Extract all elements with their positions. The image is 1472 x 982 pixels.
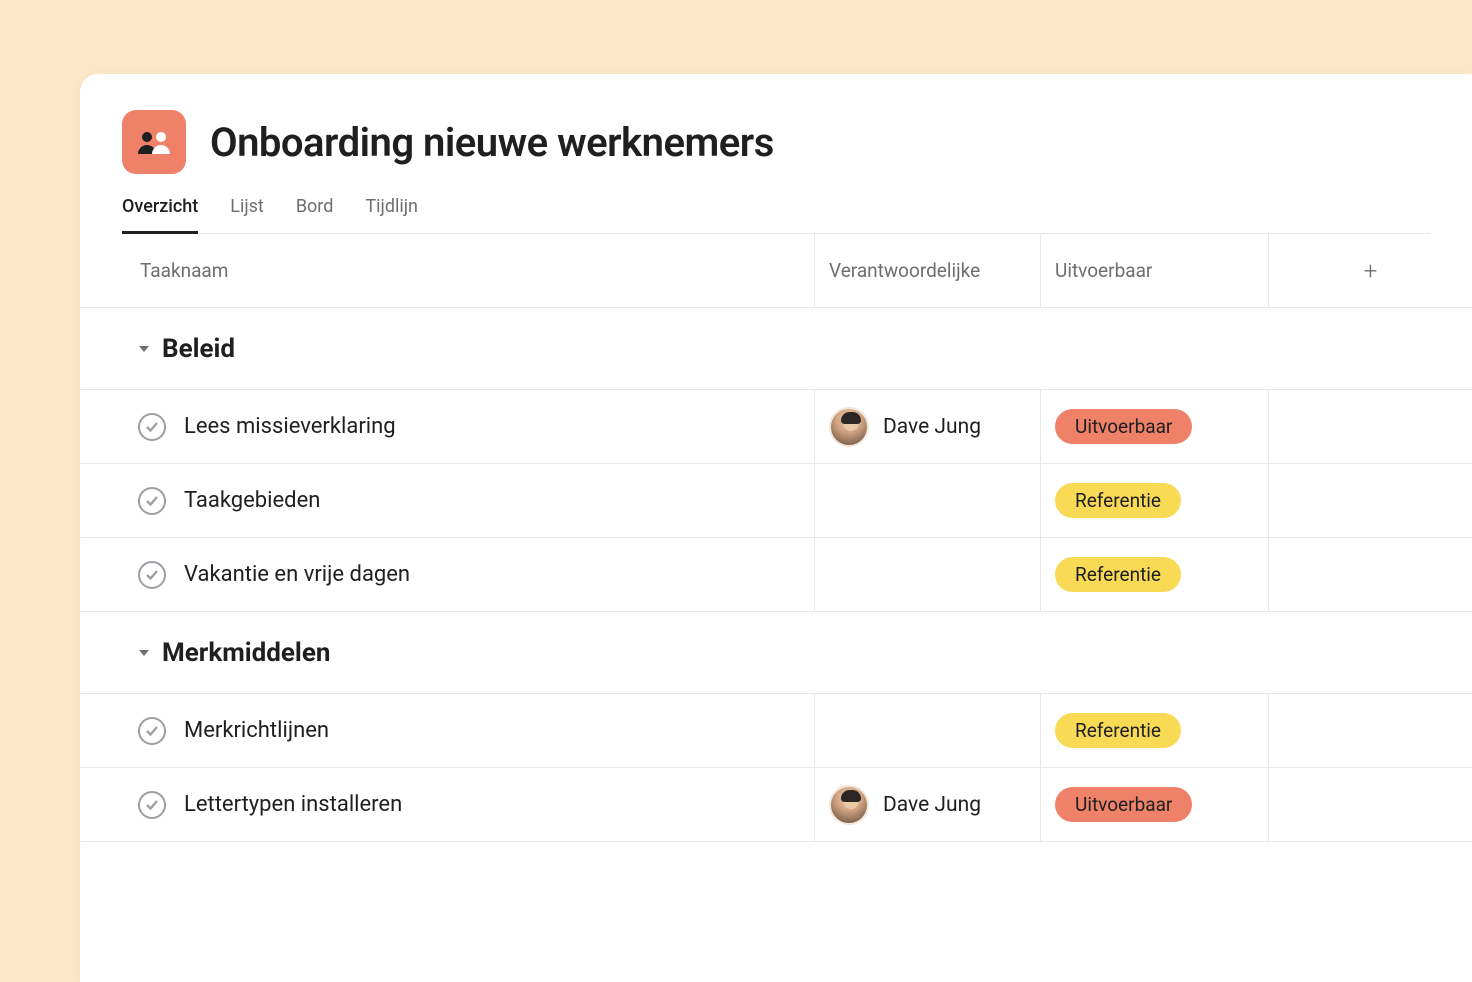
status-cell[interactable]: Referentie bbox=[1040, 464, 1268, 537]
section-header[interactable]: Beleid bbox=[80, 308, 1472, 390]
add-column-button[interactable]: + bbox=[1364, 257, 1378, 285]
assignee-cell[interactable] bbox=[814, 464, 1040, 537]
chevron-down-icon[interactable] bbox=[138, 647, 150, 659]
status-badge: Referentie bbox=[1055, 713, 1181, 748]
status-cell[interactable]: Uitvoerbaar bbox=[1040, 768, 1268, 841]
avatar bbox=[829, 785, 869, 825]
status-cell[interactable]: Referentie bbox=[1040, 538, 1268, 611]
task-name: Merkrichtlijnen bbox=[184, 718, 329, 743]
status-cell[interactable]: Referentie bbox=[1040, 694, 1268, 767]
extra-cell[interactable] bbox=[1268, 768, 1472, 841]
task-row[interactable]: Merkrichtlijnen Referentie bbox=[80, 694, 1472, 768]
section-header[interactable]: Merkmiddelen bbox=[80, 612, 1472, 694]
complete-check-icon[interactable] bbox=[138, 413, 166, 441]
task-row[interactable]: Vakantie en vrije dagen Referentie bbox=[80, 538, 1472, 612]
project-icon bbox=[122, 110, 186, 174]
extra-cell[interactable] bbox=[1268, 538, 1472, 611]
extra-cell[interactable] bbox=[1268, 694, 1472, 767]
task-row[interactable]: Taakgebieden Referentie bbox=[80, 464, 1472, 538]
tab-board[interactable]: Bord bbox=[296, 196, 334, 234]
column-header-status[interactable]: Uitvoerbaar bbox=[1055, 259, 1152, 282]
task-name: Lettertypen installeren bbox=[184, 792, 402, 817]
chevron-down-icon[interactable] bbox=[138, 343, 150, 355]
task-name: Lees missieverklaring bbox=[184, 414, 396, 439]
column-header-assignee[interactable]: Verantwoordelijke bbox=[829, 259, 980, 282]
status-cell[interactable]: Uitvoerbaar bbox=[1040, 390, 1268, 463]
complete-check-icon[interactable] bbox=[138, 717, 166, 745]
complete-check-icon[interactable] bbox=[138, 487, 166, 515]
people-icon bbox=[136, 128, 172, 156]
assignee-cell[interactable] bbox=[814, 538, 1040, 611]
task-name: Taakgebieden bbox=[184, 488, 320, 513]
complete-check-icon[interactable] bbox=[138, 791, 166, 819]
tab-list[interactable]: Lijst bbox=[230, 196, 264, 234]
column-header-name[interactable]: Taaknaam bbox=[140, 259, 228, 282]
status-badge: Referentie bbox=[1055, 557, 1181, 592]
project-card: Onboarding nieuwe werknemers Overzicht L… bbox=[80, 74, 1472, 982]
status-badge: Uitvoerbaar bbox=[1055, 409, 1192, 444]
task-grid: Taaknaam Verantwoordelijke Uitvoerbaar +… bbox=[80, 234, 1472, 842]
status-badge: Referentie bbox=[1055, 483, 1181, 518]
complete-check-icon[interactable] bbox=[138, 561, 166, 589]
extra-cell[interactable] bbox=[1268, 464, 1472, 537]
assignee-cell[interactable] bbox=[814, 694, 1040, 767]
task-name: Vakantie en vrije dagen bbox=[184, 562, 410, 587]
project-header: Onboarding nieuwe werknemers Overzicht L… bbox=[80, 74, 1472, 234]
section-title: Merkmiddelen bbox=[162, 638, 330, 668]
task-row[interactable]: Lees missieverklaring Dave Jung Uitvoerb… bbox=[80, 390, 1472, 464]
task-row[interactable]: Lettertypen installeren Dave Jung Uitvoe… bbox=[80, 768, 1472, 842]
assignee-cell[interactable]: Dave Jung bbox=[814, 390, 1040, 463]
assignee-name: Dave Jung bbox=[883, 793, 981, 817]
tab-overview[interactable]: Overzicht bbox=[122, 196, 198, 234]
avatar bbox=[829, 407, 869, 447]
assignee-cell[interactable]: Dave Jung bbox=[814, 768, 1040, 841]
status-badge: Uitvoerbaar bbox=[1055, 787, 1192, 822]
grid-header-row: Taaknaam Verantwoordelijke Uitvoerbaar + bbox=[80, 234, 1472, 308]
tabs: Overzicht Lijst Bord Tijdlijn bbox=[122, 196, 1430, 234]
extra-cell[interactable] bbox=[1268, 390, 1472, 463]
section-title: Beleid bbox=[162, 334, 235, 364]
project-title: Onboarding nieuwe werknemers bbox=[210, 119, 774, 166]
assignee-name: Dave Jung bbox=[883, 415, 981, 439]
tab-timeline[interactable]: Tijdlijn bbox=[365, 196, 418, 234]
